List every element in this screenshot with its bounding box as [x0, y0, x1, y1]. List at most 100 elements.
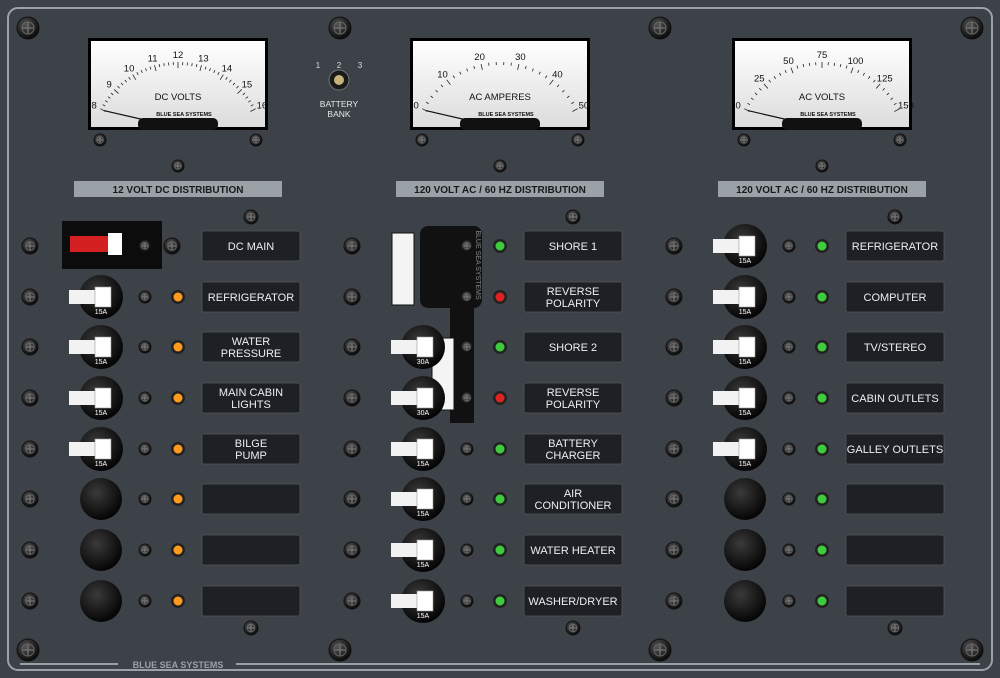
meter-tick-label: 150: [898, 100, 914, 111]
screw-icon: [665, 237, 683, 255]
breaker-handle[interactable]: [391, 543, 419, 557]
screw-icon: [16, 638, 40, 662]
meter-tick-label: 13: [198, 53, 209, 64]
screw-icon: [460, 391, 474, 405]
breaker-rating: 15A: [95, 359, 108, 366]
screw-icon: [960, 638, 984, 662]
screw-icon: [782, 594, 796, 608]
meter-tick-label: 11: [148, 53, 158, 64]
screw-icon: [328, 16, 352, 40]
main-breaker-handle[interactable]: [70, 236, 110, 252]
breaker-lever[interactable]: [94, 438, 112, 460]
breaker-handle[interactable]: [69, 442, 97, 456]
meter-1: 0 10 20 30 40 50 AC AMPERES BLUE SEA SYSTEMS: [410, 38, 590, 130]
screw-icon: [665, 592, 683, 610]
circuit-label: POLARITY: [546, 399, 601, 411]
breaker-handle[interactable]: [69, 391, 97, 405]
breaker-lever[interactable]: [738, 336, 756, 358]
screw-icon: [460, 492, 474, 506]
breaker-lever[interactable]: [738, 235, 756, 257]
screw-icon: [343, 490, 361, 508]
blank-knockout: [80, 478, 122, 520]
screw-icon: [21, 389, 39, 407]
breaker-lever[interactable]: [738, 387, 756, 409]
screw-icon: [16, 16, 40, 40]
indicator-led: [173, 545, 183, 555]
screw-icon: [343, 338, 361, 356]
indicator-led: [817, 545, 827, 555]
breaker-handle[interactable]: [391, 594, 419, 608]
breaker-handle[interactable]: [713, 340, 741, 354]
meter-hub: [460, 118, 540, 130]
meter-label: DC VOLTS: [155, 92, 202, 103]
breaker-lever[interactable]: [416, 387, 434, 409]
indicator-led: [817, 596, 827, 606]
breaker-lever[interactable]: [416, 590, 434, 612]
breaker-handle[interactable]: [713, 442, 741, 456]
indicator-led: [173, 342, 183, 352]
screw-icon: [782, 239, 796, 253]
indicator-led: [495, 342, 505, 352]
screw-icon: [460, 340, 474, 354]
breaker-rating: 30A: [417, 410, 430, 417]
meter-2: 0 25 50 75 100 125 150 AC VOLTS BLUE SEA SYSTEMS: [732, 38, 914, 130]
screw-icon: [648, 638, 672, 662]
screw-icon: [171, 159, 185, 173]
circuit-label: WASHER/DRYER: [528, 596, 617, 608]
selector-position-label: 2: [337, 61, 342, 70]
breaker-handle[interactable]: [391, 492, 419, 506]
meter-tick-label: 50: [783, 56, 794, 67]
selector-toggle[interactable]: [334, 75, 344, 85]
breaker-lever[interactable]: [94, 336, 112, 358]
screw-icon: [415, 133, 429, 147]
section-header: 120 VOLT AC / 60 HZ DISTRIBUTION: [736, 185, 908, 196]
circuit-label: WATER: [232, 336, 271, 348]
interlock-breaker-1[interactable]: [391, 232, 415, 306]
breaker-lever[interactable]: [416, 539, 434, 561]
circuit-label: CABIN OUTLETS: [851, 393, 938, 405]
meter-tick-label: 9: [106, 80, 111, 91]
breaker-rating: 15A: [417, 613, 430, 620]
circuit-label-plate: [201, 534, 301, 566]
meter-hub: [782, 118, 862, 130]
breaker-lever[interactable]: [94, 286, 112, 308]
circuit-label: DC MAIN: [228, 241, 275, 253]
breaker-rating: 15A: [417, 461, 430, 468]
breaker-handle[interactable]: [391, 391, 419, 405]
breaker-lever[interactable]: [416, 488, 434, 510]
breaker-handle[interactable]: [713, 391, 741, 405]
circuit-label-plate: [201, 483, 301, 515]
breaker-lever[interactable]: [738, 438, 756, 460]
breaker-handle[interactable]: [713, 239, 741, 253]
meter-tick-label: 125: [877, 74, 893, 85]
breaker-handle[interactable]: [391, 442, 419, 456]
breaker-handle[interactable]: [69, 340, 97, 354]
circuit-label-plate: [201, 585, 301, 617]
screw-icon: [138, 492, 152, 506]
screw-icon: [887, 209, 903, 225]
breaker-handle[interactable]: [69, 290, 97, 304]
indicator-led: [817, 241, 827, 251]
circuit-label-plate: [845, 483, 945, 515]
breaker-handle[interactable]: [391, 340, 419, 354]
breaker-handle[interactable]: [713, 290, 741, 304]
interlock-brand: BLUE SEA SYSTEMS: [474, 230, 481, 300]
screw-icon: [893, 133, 907, 147]
meter-hub: [138, 118, 218, 130]
indicator-led: [495, 292, 505, 302]
meter-tick-label: 0: [735, 100, 740, 111]
breaker-lever[interactable]: [416, 336, 434, 358]
blank-knockout: [80, 529, 122, 571]
screw-icon: [343, 389, 361, 407]
indicator-led: [173, 393, 183, 403]
screw-icon: [138, 594, 152, 608]
circuit-label-plate: [845, 534, 945, 566]
meter-brand: BLUE SEA SYSTEMS: [800, 112, 856, 118]
main-breaker-lever[interactable]: [108, 233, 122, 255]
breaker-lever[interactable]: [416, 438, 434, 460]
indicator-led: [173, 292, 183, 302]
circuit-label: COMPUTER: [864, 292, 927, 304]
breaker-lever[interactable]: [94, 387, 112, 409]
meter-0: 89 10 11 12 13 14 15 16 DC VOLTS BLUE SEA SYSTEMS: [88, 38, 268, 130]
breaker-lever[interactable]: [738, 286, 756, 308]
